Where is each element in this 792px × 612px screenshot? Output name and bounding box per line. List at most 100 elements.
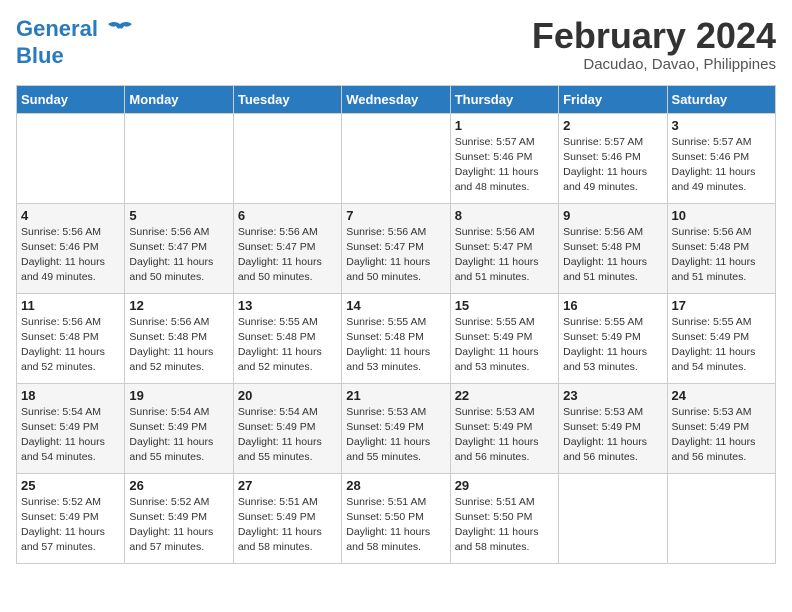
weekday-header-monday: Monday bbox=[125, 85, 233, 113]
calendar-cell: 15Sunrise: 5:55 AM Sunset: 5:49 PM Dayli… bbox=[450, 293, 558, 383]
day-detail: Sunrise: 5:57 AM Sunset: 5:46 PM Dayligh… bbox=[672, 135, 771, 196]
day-number: 10 bbox=[672, 208, 771, 223]
calendar-cell: 2 Sunrise: 5:57 AM Sunset: 5:46 PM Daylig… bbox=[559, 113, 667, 203]
calendar-week-3: 11 Sunrise: 5:56 AM Sunset: 5:48 PM Dayli… bbox=[17, 293, 776, 383]
calendar-cell: 1Sunrise: 5:57 AM Sunset: 5:46 PM Daylig… bbox=[450, 113, 558, 203]
day-detail: Sunrise: 5:56 AM Sunset: 5:48 PM Dayligh… bbox=[672, 225, 771, 286]
day-number: 25 bbox=[21, 478, 120, 493]
calendar-cell bbox=[667, 473, 775, 563]
day-number: 24 bbox=[672, 388, 771, 403]
day-detail: Sunrise: 5:55 AM Sunset: 5:49 PM Dayligh… bbox=[672, 315, 771, 376]
day-detail: Sunrise: 5:55 AM Sunset: 5:49 PM Dayligh… bbox=[455, 315, 554, 376]
day-detail: Sunrise: 5:56 AM Sunset: 5:47 PM Dayligh… bbox=[129, 225, 228, 286]
calendar-cell: 8 Sunrise: 5:56 AM Sunset: 5:47 PM Daylig… bbox=[450, 203, 558, 293]
day-number: 1 bbox=[455, 118, 554, 133]
day-detail: Sunrise: 5:53 AM Sunset: 5:49 PM Dayligh… bbox=[672, 405, 771, 466]
weekday-header-saturday: Saturday bbox=[667, 85, 775, 113]
day-number: 6 bbox=[238, 208, 337, 223]
day-detail: Sunrise: 5:54 AM Sunset: 5:49 PM Dayligh… bbox=[21, 405, 120, 466]
day-number: 12 bbox=[129, 298, 228, 313]
calendar-cell: 16 Sunrise: 5:55 AM Sunset: 5:49 PM Dayli… bbox=[559, 293, 667, 383]
location-subtitle: Dacudao, Davao, Philippines bbox=[532, 56, 776, 73]
month-year-title: February 2024 bbox=[532, 16, 776, 56]
logo: General Blue bbox=[16, 16, 134, 68]
calendar-cell: 13Sunrise: 5:55 AM Sunset: 5:48 PM Dayli… bbox=[233, 293, 341, 383]
calendar-cell: 22 Sunrise: 5:53 AM Sunset: 5:49 PM Dayli… bbox=[450, 383, 558, 473]
day-detail: Sunrise: 5:55 AM Sunset: 5:48 PM Dayligh… bbox=[346, 315, 445, 376]
day-detail: Sunrise: 5:56 AM Sunset: 5:48 PM Dayligh… bbox=[21, 315, 120, 376]
calendar-cell: 12 Sunrise: 5:56 AM Sunset: 5:48 PM Dayli… bbox=[125, 293, 233, 383]
day-number: 9 bbox=[563, 208, 662, 223]
day-number: 5 bbox=[129, 208, 228, 223]
calendar-cell: 19 Sunrise: 5:54 AM Sunset: 5:49 PM Dayli… bbox=[125, 383, 233, 473]
weekday-header-tuesday: Tuesday bbox=[233, 85, 341, 113]
day-number: 28 bbox=[346, 478, 445, 493]
day-detail: Sunrise: 5:53 AM Sunset: 5:49 PM Dayligh… bbox=[563, 405, 662, 466]
calendar-cell bbox=[125, 113, 233, 203]
weekday-header-row: SundayMondayTuesdayWednesdayThursdayFrid… bbox=[17, 85, 776, 113]
calendar-cell: 7 Sunrise: 5:56 AM Sunset: 5:47 PM Daylig… bbox=[342, 203, 450, 293]
day-detail: Sunrise: 5:51 AM Sunset: 5:50 PM Dayligh… bbox=[346, 495, 445, 556]
calendar-cell: 23Sunrise: 5:53 AM Sunset: 5:49 PM Dayli… bbox=[559, 383, 667, 473]
calendar-cell: 24 Sunrise: 5:53 AM Sunset: 5:49 PM Dayli… bbox=[667, 383, 775, 473]
day-detail: Sunrise: 5:54 AM Sunset: 5:49 PM Dayligh… bbox=[238, 405, 337, 466]
calendar-cell: 14 Sunrise: 5:55 AM Sunset: 5:48 PM Dayli… bbox=[342, 293, 450, 383]
day-number: 20 bbox=[238, 388, 337, 403]
day-number: 8 bbox=[455, 208, 554, 223]
day-number: 22 bbox=[455, 388, 554, 403]
calendar-cell: 28 Sunrise: 5:51 AM Sunset: 5:50 PM Dayli… bbox=[342, 473, 450, 563]
day-number: 3 bbox=[672, 118, 771, 133]
calendar-cell: 10 Sunrise: 5:56 AM Sunset: 5:48 PM Dayli… bbox=[667, 203, 775, 293]
day-detail: Sunrise: 5:53 AM Sunset: 5:49 PM Dayligh… bbox=[455, 405, 554, 466]
calendar-cell: 26Sunrise: 5:52 AM Sunset: 5:49 PM Dayli… bbox=[125, 473, 233, 563]
calendar-table: SundayMondayTuesdayWednesdayThursdayFrid… bbox=[16, 85, 776, 564]
weekday-header-sunday: Sunday bbox=[17, 85, 125, 113]
logo-general: General bbox=[16, 16, 98, 41]
day-detail: Sunrise: 5:56 AM Sunset: 5:48 PM Dayligh… bbox=[563, 225, 662, 286]
calendar-week-5: 25Sunrise: 5:52 AM Sunset: 5:49 PM Dayli… bbox=[17, 473, 776, 563]
day-number: 7 bbox=[346, 208, 445, 223]
calendar-cell: 3 Sunrise: 5:57 AM Sunset: 5:46 PM Daylig… bbox=[667, 113, 775, 203]
calendar-week-4: 18 Sunrise: 5:54 AM Sunset: 5:49 PM Dayli… bbox=[17, 383, 776, 473]
calendar-cell bbox=[559, 473, 667, 563]
calendar-cell: 4 Sunrise: 5:56 AM Sunset: 5:46 PM Daylig… bbox=[17, 203, 125, 293]
day-number: 4 bbox=[21, 208, 120, 223]
day-number: 2 bbox=[563, 118, 662, 133]
day-detail: Sunrise: 5:56 AM Sunset: 5:46 PM Dayligh… bbox=[21, 225, 120, 286]
day-number: 13 bbox=[238, 298, 337, 313]
day-detail: Sunrise: 5:56 AM Sunset: 5:47 PM Dayligh… bbox=[238, 225, 337, 286]
day-number: 27 bbox=[238, 478, 337, 493]
calendar-week-2: 4 Sunrise: 5:56 AM Sunset: 5:46 PM Daylig… bbox=[17, 203, 776, 293]
calendar-cell: 20 Sunrise: 5:54 AM Sunset: 5:49 PM Dayli… bbox=[233, 383, 341, 473]
day-number: 17 bbox=[672, 298, 771, 313]
day-detail: Sunrise: 5:56 AM Sunset: 5:47 PM Dayligh… bbox=[455, 225, 554, 286]
day-number: 26 bbox=[129, 478, 228, 493]
calendar-cell: 29 Sunrise: 5:51 AM Sunset: 5:50 PM Dayli… bbox=[450, 473, 558, 563]
weekday-header-friday: Friday bbox=[559, 85, 667, 113]
calendar-cell: 25Sunrise: 5:52 AM Sunset: 5:49 PM Dayli… bbox=[17, 473, 125, 563]
calendar-cell: 6 Sunrise: 5:56 AM Sunset: 5:47 PM Daylig… bbox=[233, 203, 341, 293]
calendar-cell: 21Sunrise: 5:53 AM Sunset: 5:49 PM Dayli… bbox=[342, 383, 450, 473]
day-detail: Sunrise: 5:56 AM Sunset: 5:48 PM Dayligh… bbox=[129, 315, 228, 376]
day-detail: Sunrise: 5:54 AM Sunset: 5:49 PM Dayligh… bbox=[129, 405, 228, 466]
calendar-week-1: 1 Sunrise: 5:57 AM Sunset: 5:46 PM Daylig… bbox=[17, 113, 776, 203]
calendar-cell: 27 Sunrise: 5:51 AM Sunset: 5:49 PM Dayli… bbox=[233, 473, 341, 563]
calendar-cell: 18 Sunrise: 5:54 AM Sunset: 5:49 PM Dayli… bbox=[17, 383, 125, 473]
day-detail: Sunrise: 5:57 AM Sunset: 5:46 PM Dayligh… bbox=[563, 135, 662, 196]
page-header: General Blue February 2024 Dacudao, Dava… bbox=[16, 16, 776, 73]
day-number: 14 bbox=[346, 298, 445, 313]
day-number: 18 bbox=[21, 388, 120, 403]
calendar-cell: 9 Sunrise: 5:56 AM Sunset: 5:48 PM Daylig… bbox=[559, 203, 667, 293]
day-detail: Sunrise: 5:51 AM Sunset: 5:50 PM Dayligh… bbox=[455, 495, 554, 556]
day-number: 19 bbox=[129, 388, 228, 403]
weekday-header-wednesday: Wednesday bbox=[342, 85, 450, 113]
day-detail: Sunrise: 5:56 AM Sunset: 5:47 PM Dayligh… bbox=[346, 225, 445, 286]
calendar-cell bbox=[17, 113, 125, 203]
logo-blue: Blue bbox=[16, 44, 134, 68]
calendar-cell: 5 Sunrise: 5:56 AM Sunset: 5:47 PM Daylig… bbox=[125, 203, 233, 293]
day-detail: Sunrise: 5:51 AM Sunset: 5:49 PM Dayligh… bbox=[238, 495, 337, 556]
day-number: 11 bbox=[21, 298, 120, 313]
day-detail: Sunrise: 5:55 AM Sunset: 5:49 PM Dayligh… bbox=[563, 315, 662, 376]
day-number: 16 bbox=[563, 298, 662, 313]
day-number: 29 bbox=[455, 478, 554, 493]
